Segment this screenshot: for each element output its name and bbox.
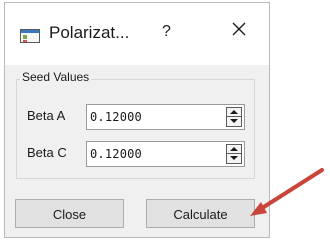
spin-up-icon[interactable] — [230, 110, 238, 114]
spin-divider — [227, 153, 241, 154]
close-button[interactable]: Close — [15, 199, 124, 228]
beta-a-spinbox[interactable]: 0.12000 — [86, 104, 245, 130]
beta-c-spin-buttons[interactable] — [226, 144, 242, 164]
spin-down-icon[interactable] — [230, 156, 238, 160]
app-window-icon — [20, 29, 40, 43]
beta-c-spinbox[interactable]: 0.12000 — [86, 141, 245, 167]
spin-up-icon[interactable] — [230, 147, 238, 151]
beta-c-label: Beta C — [27, 145, 67, 160]
beta-a-label: Beta A — [27, 108, 66, 123]
window-title: Polarizat... — [49, 23, 130, 42]
screenshot-stage: Polarizat... ? Seed Values Beta A 0.1200… — [0, 0, 330, 243]
title-bar: Polarizat... ? — [5, 3, 269, 65]
spin-down-icon[interactable] — [230, 119, 238, 123]
help-button[interactable]: ? — [162, 23, 171, 41]
calculate-button[interactable]: Calculate — [146, 199, 255, 228]
beta-c-value[interactable]: 0.12000 — [90, 147, 142, 161]
close-icon[interactable] — [231, 21, 247, 37]
beta-a-value[interactable]: 0.12000 — [90, 110, 142, 124]
spin-divider — [227, 116, 241, 117]
seed-values-title: Seed Values — [20, 70, 92, 84]
beta-a-spin-buttons[interactable] — [226, 107, 242, 127]
